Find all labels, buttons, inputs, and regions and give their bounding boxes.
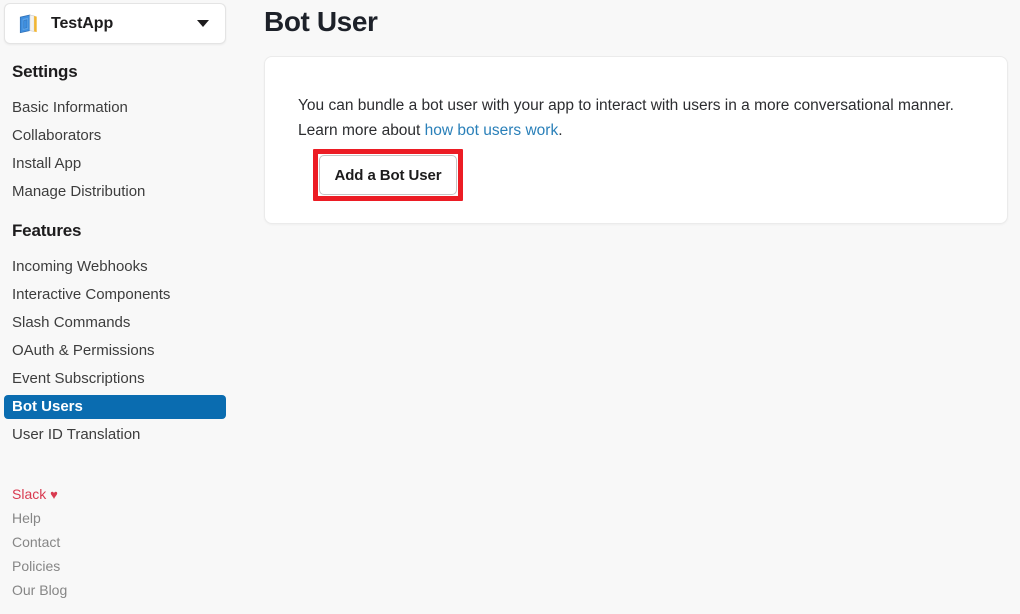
sidebar-item-slash-commands[interactable]: Slash Commands [4, 312, 226, 334]
chevron-down-icon[interactable] [197, 20, 209, 27]
footer-link-help[interactable]: Help [12, 510, 41, 526]
app-selector-dropdown[interactable]: TestApp [4, 3, 226, 44]
how-bot-users-work-link[interactable]: how bot users work [425, 122, 559, 139]
app-book-icon [18, 13, 40, 35]
add-a-bot-user-button[interactable]: Add a Bot User [319, 155, 457, 195]
description-line-1: You can bundle a bot user with your app … [298, 97, 954, 114]
nav-section-title-features: Features [12, 221, 81, 241]
sidebar-item-collaborators[interactable]: Collaborators [4, 125, 226, 147]
sidebar-item-interactive-components[interactable]: Interactive Components [4, 284, 226, 306]
footer-link-contact[interactable]: Contact [12, 534, 60, 550]
footer-link-our-blog[interactable]: Our Blog [12, 582, 67, 598]
footer-slack-label: Slack [12, 486, 46, 502]
footer-link-policies[interactable]: Policies [12, 558, 60, 574]
description-line-2-prefix: Learn more about [298, 122, 425, 139]
nav-section-title-settings: Settings [12, 62, 77, 82]
sidebar-item-install-app[interactable]: Install App [4, 153, 226, 175]
sidebar-item-basic-information[interactable]: Basic Information [4, 97, 226, 119]
sidebar: TestApp Settings Basic Information Colla… [0, 0, 240, 614]
sidebar-item-bot-users[interactable]: Bot Users [4, 395, 226, 419]
sidebar-item-oauth-permissions[interactable]: OAuth & Permissions [4, 340, 226, 362]
sidebar-item-user-id-translation[interactable]: User ID Translation [4, 424, 226, 446]
sidebar-item-event-subscriptions[interactable]: Event Subscriptions [4, 368, 226, 390]
bot-user-description: You can bundle a bot user with your app … [298, 93, 988, 143]
sidebar-item-manage-distribution[interactable]: Manage Distribution [4, 181, 226, 203]
sidebar-item-incoming-webhooks[interactable]: Incoming Webhooks [4, 256, 226, 278]
bot-user-card: You can bundle a bot user with your app … [264, 56, 1008, 224]
app-name-label: TestApp [51, 15, 197, 33]
page-title: Bot User [264, 6, 378, 38]
description-line-2-suffix: . [558, 122, 562, 139]
main-content: Bot User You can bundle a bot user with … [240, 0, 1020, 614]
heart-icon: ♥ [50, 487, 58, 502]
footer-link-slack[interactable]: Slack ♥ [12, 486, 58, 502]
